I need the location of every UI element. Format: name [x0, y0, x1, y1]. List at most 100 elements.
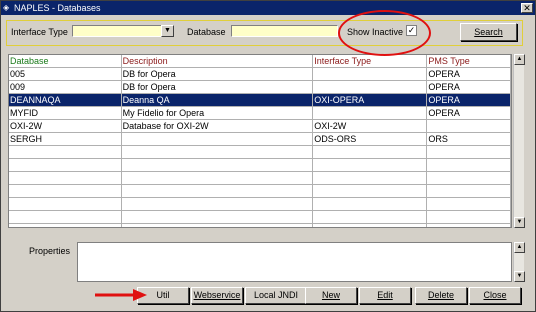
table-cell: OPERA	[426, 106, 511, 120]
new-button[interactable]: New	[305, 287, 357, 304]
table-cell: Deanna QA	[121, 93, 314, 107]
table-cell: ORS	[426, 132, 511, 146]
column-header-database[interactable]: Database	[9, 55, 122, 68]
table-cell: DB for Opera	[121, 80, 314, 94]
table-cell: MYFID	[9, 106, 122, 120]
table-cell	[426, 197, 511, 211]
webservice-button-label: Webservice	[193, 290, 241, 300]
table-row[interactable]: 005 DB for Opera OPERA	[9, 67, 511, 81]
table-cell	[121, 145, 314, 159]
table-row[interactable]	[9, 223, 511, 227]
webservice-button[interactable]: Webservice	[191, 287, 243, 304]
table-cell: My Fidelio for Opera	[121, 106, 314, 120]
table-row[interactable]: 009 DB for Opera OPERA	[9, 80, 511, 94]
databases-table: Database Description Interface Type PMS …	[9, 55, 511, 227]
table-cell	[426, 158, 511, 172]
table-cell	[426, 145, 511, 159]
table-cell	[9, 145, 122, 159]
table-cell	[9, 184, 122, 198]
table-header-row: Database Description Interface Type PMS …	[9, 55, 511, 68]
table-cell: OXI-2W	[312, 119, 428, 133]
local-jndi-button-label: Local JNDI	[253, 290, 298, 300]
column-header-interface-type[interactable]: Interface Type	[312, 55, 428, 68]
table-cell	[121, 184, 314, 198]
table-row[interactable]: DEANNAQA Deanna QA OXI-OPERA OPERA	[9, 93, 511, 107]
table-cell: Database for OXI-2W	[121, 119, 314, 133]
show-inactive-highlight-ellipse	[338, 10, 431, 56]
table-cell	[9, 197, 122, 211]
scroll-down-icon[interactable]: ▼	[514, 217, 525, 228]
table-cell	[312, 184, 428, 198]
new-button-label: New	[321, 290, 340, 300]
table-cell	[312, 197, 428, 211]
table-row[interactable]	[9, 197, 511, 211]
table-cell: OPERA	[426, 67, 511, 81]
table-cell	[426, 171, 511, 185]
close-button[interactable]: Close	[469, 287, 521, 304]
table-row[interactable]	[9, 171, 511, 185]
properties-scroll-up-icon[interactable]: ▲	[514, 242, 525, 253]
table-cell: 009	[9, 80, 122, 94]
local-jndi-button[interactable]: Local JNDI	[245, 287, 307, 304]
table-cell	[121, 158, 314, 172]
interface-type-label: Interface Type	[11, 27, 68, 37]
table-row[interactable]: SERGH ODS-ORS ORS	[9, 132, 511, 146]
table-cell	[9, 223, 122, 227]
search-button[interactable]: Search	[460, 23, 517, 41]
table-cell	[121, 223, 314, 227]
table-cell: SERGH	[9, 132, 122, 146]
table-cell	[312, 145, 428, 159]
table-cell: OPERA	[426, 80, 511, 94]
table-cell	[9, 158, 122, 172]
table-cell	[426, 210, 511, 224]
table-cell	[426, 184, 511, 198]
table-cell	[312, 210, 428, 224]
util-button-label: Util	[156, 290, 170, 300]
table-cell	[121, 210, 314, 224]
close-button-label: Close	[483, 290, 507, 300]
interface-type-input[interactable]	[72, 25, 163, 37]
window-close-button[interactable]: ✕	[521, 3, 533, 13]
databases-window: ◈ NAPLES - Databases ✕ Interface Type ▼ …	[0, 0, 536, 312]
edit-button-label: Edit	[377, 290, 393, 300]
properties-textarea[interactable]	[77, 242, 512, 282]
title-bar: ◈ NAPLES - Databases ✕	[1, 1, 535, 15]
table-cell	[9, 210, 122, 224]
table-row[interactable]	[9, 158, 511, 172]
util-pointer-arrow-icon	[95, 289, 147, 301]
table-cell: OXI-2W	[9, 119, 122, 133]
table-cell	[121, 197, 314, 211]
delete-button[interactable]: Delete	[415, 287, 467, 304]
scroll-up-icon[interactable]: ▲	[514, 54, 525, 65]
table-cell	[312, 106, 428, 120]
properties-scroll-down-icon[interactable]: ▼	[514, 271, 525, 282]
table-cell	[312, 80, 428, 94]
column-header-description[interactable]: Description	[121, 55, 314, 68]
edit-button[interactable]: Edit	[359, 287, 411, 304]
table-row[interactable]: OXI-2W Database for OXI-2W OXI-2W	[9, 119, 511, 133]
database-input[interactable]	[231, 25, 338, 37]
table-cell: 005	[9, 67, 122, 81]
properties-vertical-scrollbar[interactable]: ▲ ▼	[513, 242, 525, 282]
table-cell: ODS-ORS	[312, 132, 428, 146]
databases-grid: Database Description Interface Type PMS …	[8, 54, 512, 228]
table-cell	[312, 67, 428, 81]
grid-vertical-scrollbar[interactable]: ▲ ▼	[513, 54, 525, 228]
table-row[interactable]	[9, 184, 511, 198]
table-row[interactable]	[9, 210, 511, 224]
table-cell	[312, 158, 428, 172]
table-row[interactable]	[9, 145, 511, 159]
table-cell	[9, 171, 122, 185]
table-cell: DEANNAQA	[9, 93, 122, 107]
table-cell	[121, 132, 314, 146]
filter-bar: Interface Type ▼ Database Show Inactive …	[6, 20, 523, 46]
table-cell	[121, 171, 314, 185]
interface-type-dropdown-button[interactable]: ▼	[161, 25, 174, 37]
chevron-down-icon: ▼	[164, 27, 171, 34]
table-cell	[312, 171, 428, 185]
delete-button-label: Delete	[427, 290, 454, 300]
search-button-label: Search	[474, 27, 503, 37]
table-row[interactable]: MYFID My Fidelio for Opera OPERA	[9, 106, 511, 120]
table-cell: DB for Opera	[121, 67, 314, 81]
column-header-pms-type[interactable]: PMS Type	[426, 55, 511, 68]
